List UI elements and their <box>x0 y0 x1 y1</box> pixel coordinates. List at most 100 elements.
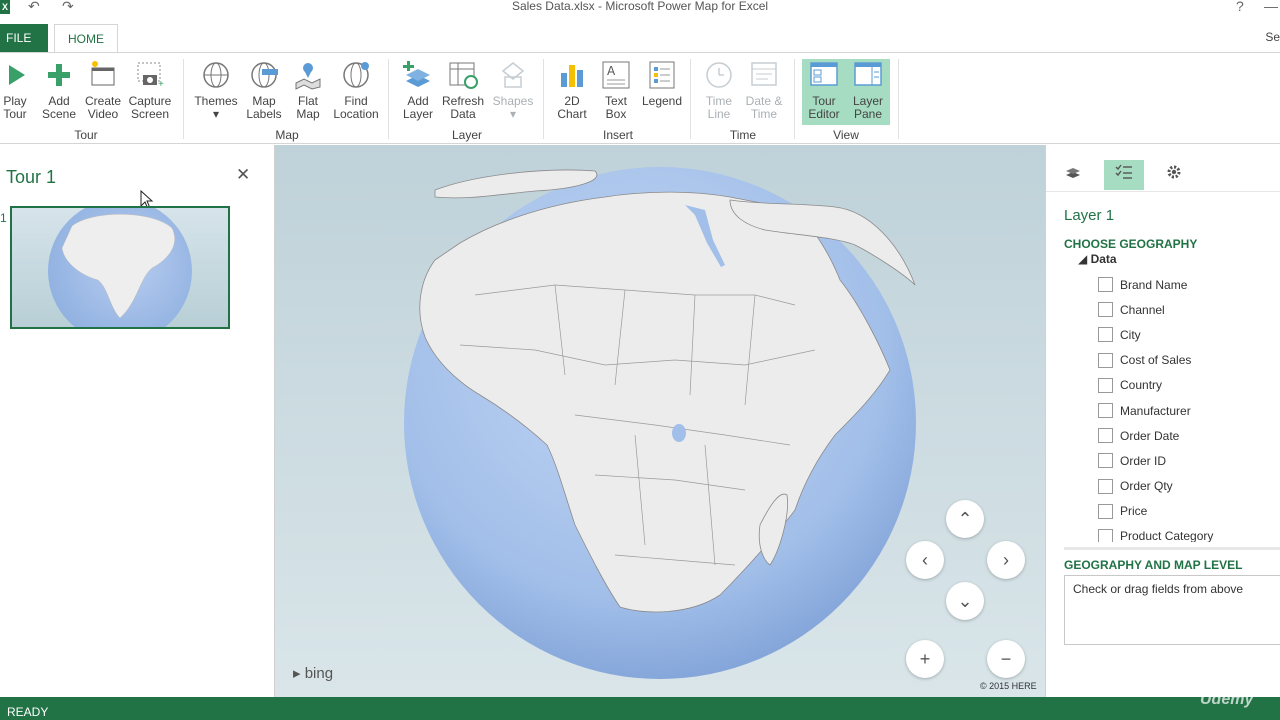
field-label: City <box>1120 327 1141 342</box>
field-label: Brand Name <box>1120 277 1188 292</box>
checkbox[interactable] <box>1098 428 1113 444</box>
legend-button[interactable]: Legend <box>639 59 685 125</box>
label: Chart <box>557 107 587 121</box>
date-time-button[interactable]: Date & Time <box>742 59 786 125</box>
collapse-triangle-icon[interactable]: ◢ <box>1078 252 1091 266</box>
refresh-data-button[interactable]: Refresh Data <box>441 59 485 125</box>
label: Video <box>87 107 119 121</box>
refresh-data-icon <box>449 62 478 89</box>
zoom-in-button[interactable]: + <box>906 640 944 678</box>
geography-drop-zone[interactable]: Check or drag fields from above <box>1064 575 1280 645</box>
flat-map-button[interactable]: Flat Map <box>290 59 326 125</box>
time-line-button[interactable]: Time Line <box>700 59 738 125</box>
field-item[interactable]: Price <box>1098 499 1280 524</box>
zoom-out-button[interactable]: − <box>987 640 1025 678</box>
label: Layer <box>402 107 434 121</box>
field-label: Order Date <box>1120 428 1180 443</box>
tab-file[interactable]: FILE <box>0 24 48 52</box>
search-label[interactable]: Se <box>1265 30 1280 44</box>
find-location-icon <box>343 62 369 88</box>
label: Map <box>296 107 320 121</box>
layers-tab[interactable] <box>1053 160 1093 190</box>
checkbox[interactable] <box>1098 377 1113 393</box>
field-item[interactable]: Channel <box>1098 297 1280 322</box>
checkbox[interactable] <box>1098 327 1113 343</box>
field-item[interactable]: Manufacturer <box>1098 398 1280 423</box>
tilt-up-button[interactable]: ⌃ <box>946 500 984 538</box>
layers-icon <box>1066 168 1080 178</box>
checkbox[interactable] <box>1098 503 1113 519</box>
field-item[interactable]: Order Qty <box>1098 474 1280 499</box>
map-labels-button[interactable]: Map Labels <box>244 59 284 125</box>
layer-name[interactable]: Layer 1 <box>1064 207 1114 224</box>
group-label-view: View <box>833 128 859 142</box>
bing-label: bing <box>304 665 334 682</box>
add-scene-button[interactable]: Add Scene <box>40 59 78 125</box>
find-location-button[interactable]: Find Location <box>331 59 381 125</box>
field-item[interactable]: Order Date <box>1098 423 1280 448</box>
create-video-button[interactable]: Create Video <box>84 59 122 125</box>
field-list-tab[interactable] <box>1104 160 1144 190</box>
checkbox[interactable] <box>1098 302 1113 318</box>
layer-pane-button[interactable]: Layer Pane <box>846 59 890 125</box>
themes-button[interactable]: Themes ▾ <box>193 59 239 125</box>
close-icon[interactable]: ✕ <box>236 165 250 185</box>
tour-editor-button[interactable]: Tour Editor <box>802 59 846 125</box>
text-box-button[interactable]: A Text Box <box>598 59 634 125</box>
field-item[interactable]: Product Category <box>1098 524 1280 542</box>
bar-chart-icon <box>561 65 583 87</box>
field-label: Cost of Sales <box>1120 353 1192 368</box>
map-viewport[interactable]: ▸ bing © 2015 HERE ⌃ ‹ › ⌄ + − <box>275 145 1045 697</box>
legend-icon <box>649 61 675 89</box>
group-divider <box>543 59 544 139</box>
checkbox[interactable] <box>1098 403 1113 419</box>
group-divider <box>690 59 691 139</box>
label: Screen <box>130 107 170 121</box>
field-item[interactable]: City <box>1098 322 1280 347</box>
scene-globe-image <box>48 208 192 327</box>
tree-node-data[interactable]: ◢ Data <box>1078 252 1117 266</box>
watermark: Udemy <box>1200 691 1254 708</box>
rotate-right-button[interactable]: › <box>987 541 1025 579</box>
field-list[interactable]: Brand Name Channel City Cost of Sales Co… <box>1098 272 1280 542</box>
field-item[interactable]: Cost of Sales <box>1098 348 1280 373</box>
group-label-insert: Insert <box>602 128 633 142</box>
tilt-down-button[interactable]: ⌄ <box>946 582 984 620</box>
field-item[interactable]: Country <box>1098 373 1280 398</box>
group-label-layer: Layer <box>451 128 483 142</box>
field-item[interactable]: Brand Name <box>1098 272 1280 297</box>
shapes-button[interactable]: Shapes ▾ <box>491 59 535 125</box>
group-divider <box>898 59 899 139</box>
checklist-icon <box>1115 164 1132 179</box>
checkbox[interactable] <box>1098 528 1113 542</box>
2d-chart-button[interactable]: 2D Chart <box>553 59 591 125</box>
tab-home[interactable]: HOME <box>54 24 118 53</box>
globe-icon <box>203 62 229 88</box>
checkbox[interactable] <box>1098 478 1113 494</box>
label: Data <box>450 107 476 121</box>
help-icon[interactable]: ? <box>1236 0 1244 14</box>
layer-pane: Layer 1 CHOOSE GEOGRAPHY ◢ Data Brand Na… <box>1045 145 1280 697</box>
svg-text:A: A <box>607 64 616 78</box>
add-layer-button[interactable]: Add Layer <box>398 59 438 125</box>
field-item[interactable]: Order ID <box>1098 448 1280 473</box>
capture-screen-button[interactable]: + Capture Screen <box>127 59 173 125</box>
checkbox[interactable] <box>1098 453 1113 469</box>
group-divider <box>388 59 389 139</box>
label: Line <box>707 107 731 121</box>
label: Location <box>333 107 379 121</box>
scene-thumbnail[interactable] <box>10 206 230 329</box>
field-label: Channel <box>1120 302 1165 317</box>
shapes-icon <box>501 62 525 88</box>
globe[interactable] <box>275 145 1045 697</box>
rotate-left-button[interactable]: ‹ <box>906 541 944 579</box>
label: Box <box>605 107 627 121</box>
title-bar: X ↶ ↷ Sales Data.xlsx - Microsoft Power … <box>0 0 1280 16</box>
play-tour-button[interactable]: Play Tour <box>0 59 30 125</box>
minimize-icon[interactable]: — <box>1264 0 1278 14</box>
tree-node-label: Data <box>1090 252 1117 266</box>
settings-tab[interactable] <box>1154 160 1194 190</box>
checkbox[interactable] <box>1098 277 1113 293</box>
checkbox[interactable] <box>1098 352 1113 368</box>
group-label-map: Map <box>275 128 299 142</box>
